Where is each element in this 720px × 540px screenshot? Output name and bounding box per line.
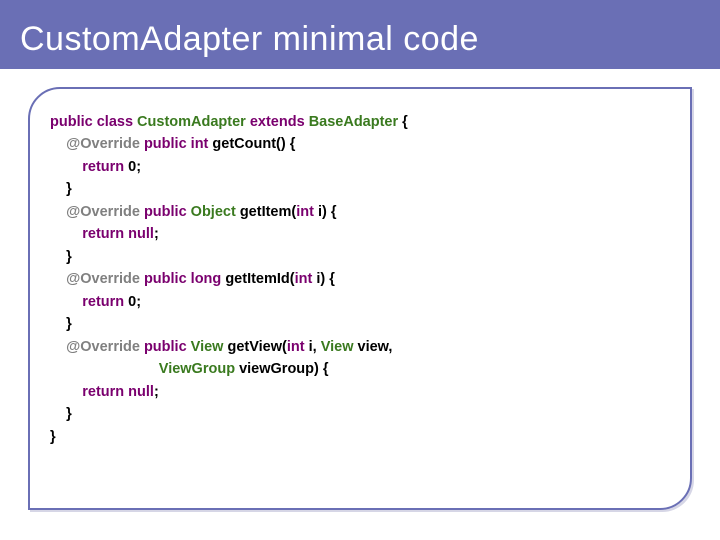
code-token: i) { xyxy=(318,204,337,220)
code-token: int xyxy=(295,271,317,287)
code-token: View xyxy=(191,339,228,355)
code-token: ; xyxy=(154,384,159,400)
code-token: getCount() { xyxy=(212,136,295,152)
code-token: View xyxy=(321,339,358,355)
code-token xyxy=(50,204,66,220)
code-token: getView( xyxy=(227,339,286,355)
code-token: 0; xyxy=(128,294,141,310)
code-token: } xyxy=(50,429,56,445)
code-token: @Override xyxy=(66,204,144,220)
code-container: public class CustomAdapter extends BaseA… xyxy=(28,87,692,510)
code-token: { xyxy=(402,114,408,130)
code-token: long xyxy=(191,271,226,287)
code-token: view, xyxy=(358,339,393,355)
code-token: BaseAdapter xyxy=(309,114,402,130)
code-token: } xyxy=(50,406,72,422)
code-token: return xyxy=(82,384,128,400)
code-token: CustomAdapter xyxy=(137,114,250,130)
code-token: ; xyxy=(154,226,159,242)
code-token: public xyxy=(144,339,191,355)
code-token: return xyxy=(82,159,128,175)
code-token xyxy=(50,226,82,242)
code-token: return xyxy=(82,294,128,310)
code-token: return xyxy=(82,226,128,242)
code-token: @Override xyxy=(66,339,144,355)
code-token: Object xyxy=(191,204,240,220)
code-token: } xyxy=(50,249,72,265)
code-token: int xyxy=(287,339,309,355)
code-token: @Override xyxy=(66,136,144,152)
code-token: public xyxy=(144,204,191,220)
code-token xyxy=(50,136,66,152)
code-token xyxy=(50,384,82,400)
code-token: i, xyxy=(309,339,321,355)
code-token: @Override xyxy=(66,271,144,287)
slide-title: CustomAdapter minimal code xyxy=(0,0,720,69)
code-block: public class CustomAdapter extends BaseA… xyxy=(50,111,672,448)
code-token: i) { xyxy=(316,271,335,287)
code-token: public xyxy=(144,136,191,152)
code-token xyxy=(50,271,66,287)
code-token: null xyxy=(128,226,154,242)
code-token: public xyxy=(144,271,191,287)
code-token xyxy=(50,339,66,355)
code-token: int xyxy=(191,136,213,152)
code-token xyxy=(50,361,159,377)
code-token: getItemId( xyxy=(225,271,294,287)
code-token: viewGroup) { xyxy=(239,361,328,377)
code-token: public class xyxy=(50,114,137,130)
code-token: 0; xyxy=(128,159,141,175)
code-token xyxy=(50,159,82,175)
code-token: null xyxy=(128,384,154,400)
code-token: ViewGroup xyxy=(159,361,239,377)
code-token xyxy=(50,294,82,310)
code-token: getItem( xyxy=(240,204,296,220)
code-token: extends xyxy=(250,114,309,130)
code-token: } xyxy=(50,316,72,332)
code-token: } xyxy=(50,181,72,197)
code-token: int xyxy=(296,204,318,220)
